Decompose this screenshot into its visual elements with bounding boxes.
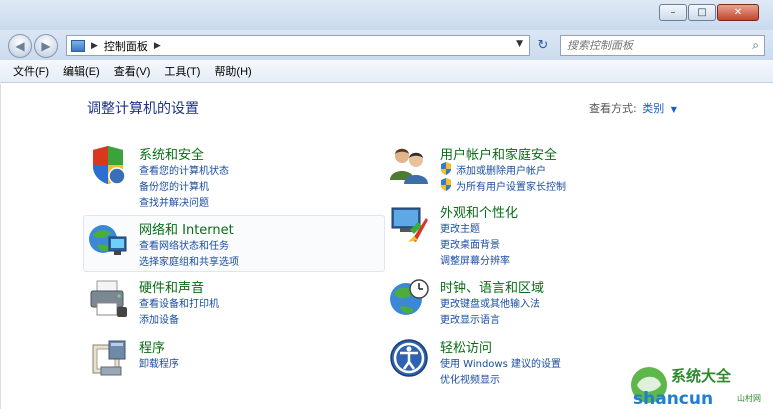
chevron-down-icon[interactable]: ▼ <box>671 105 677 114</box>
address-box[interactable]: ▶ 控制面板 ▶ ▼ <box>66 35 530 56</box>
link-desktop-background[interactable]: 更改桌面背景 <box>440 236 500 251</box>
watermark-logo: 系统大全 shancun 山村网 <box>631 367 761 407</box>
link-view-network-status[interactable]: 查看网络状态和任务 <box>139 237 229 252</box>
watermark-line1: 系统大全 <box>671 367 732 385</box>
category-network-internet: 网络和 Internet 查看网络状态和任务 选择家庭组和共享选项 <box>87 219 387 269</box>
watermark-line2: shancun <box>633 389 713 407</box>
appearance-icon <box>391 207 428 242</box>
window-controls: – □ ✕ <box>659 4 759 21</box>
link-troubleshoot[interactable]: 查找并解决问题 <box>139 194 209 209</box>
category-title[interactable]: 系统和安全 <box>139 144 204 163</box>
back-button[interactable]: ◀ <box>8 34 32 58</box>
globe-clock-icon <box>390 279 429 315</box>
link-uninstall-program[interactable]: 卸载程序 <box>139 355 179 370</box>
link-change-theme[interactable]: 更改主题 <box>440 220 480 235</box>
menu-file[interactable]: 文件(F) <box>6 63 56 79</box>
maximize-button[interactable]: □ <box>688 4 716 21</box>
menu-tools[interactable]: 工具(T) <box>157 63 207 79</box>
content-area: 调整计算机的设置 查看方式: 类别 ▼ 系统和安全 查看您的计算机状态 备份您的… <box>0 84 773 409</box>
refresh-icon[interactable]: ↻ <box>533 36 553 55</box>
category-system-security: 系统和安全 查看您的计算机状态 备份您的计算机 查找并解决问题 <box>87 144 387 209</box>
link-windows-suggested-settings[interactable]: 使用 Windows 建议的设置 <box>440 355 561 370</box>
uac-shield-icon <box>441 178 451 191</box>
watermark-small: 山村网 <box>737 393 761 403</box>
link-screen-resolution[interactable]: 调整屏幕分辨率 <box>440 252 510 267</box>
link-optimize-video-display[interactable]: 优化视频显示 <box>440 371 500 386</box>
link-parental-controls[interactable]: 为所有用户设置家长控制 <box>456 178 566 193</box>
category-title[interactable]: 用户帐户和家庭安全 <box>440 144 557 163</box>
link-backup-computer[interactable]: 备份您的计算机 <box>139 178 209 193</box>
category-clock-language-region: 时钟、语言和区域 更改键盘或其他输入法 更改显示语言 <box>388 277 688 326</box>
forward-button[interactable]: ▶ <box>34 34 58 58</box>
view-by-label: 查看方式: <box>589 102 637 115</box>
category-title[interactable]: 硬件和声音 <box>139 277 204 296</box>
link-homegroup-sharing[interactable]: 选择家庭组和共享选项 <box>139 253 239 268</box>
search-input[interactable] <box>567 39 737 52</box>
close-button[interactable]: ✕ <box>717 4 759 21</box>
search-box[interactable]: ⌕ <box>560 35 765 56</box>
address-dropdown-icon[interactable]: ▼ <box>516 39 523 49</box>
menu-help[interactable]: 帮助(H) <box>207 63 258 79</box>
category-title[interactable]: 时钟、语言和区域 <box>440 277 544 296</box>
breadcrumb-separator-icon[interactable]: ▶ <box>91 41 98 51</box>
category-programs: 程序 卸载程序 <box>87 337 387 381</box>
category-appearance: 外观和个性化 更改主题 更改桌面背景 调整屏幕分辨率 <box>388 202 688 267</box>
breadcrumb-control-panel[interactable]: 控制面板 <box>104 38 148 54</box>
category-title[interactable]: 网络和 Internet <box>139 219 234 238</box>
uac-shield-icon <box>441 162 451 175</box>
view-by: 查看方式: 类别 ▼ <box>589 100 677 116</box>
link-change-keyboard[interactable]: 更改键盘或其他输入法 <box>440 295 540 310</box>
address-bar: ◀ ▶ ▶ 控制面板 ▶ ▼ ↻ ⌕ <box>0 30 773 60</box>
programs-icon <box>92 340 126 376</box>
link-change-display-language[interactable]: 更改显示语言 <box>440 311 500 326</box>
category-hardware-sound: 硬件和声音 查看设备和打印机 添加设备 <box>87 277 387 326</box>
shield-icon <box>93 146 126 185</box>
menu-view[interactable]: 查看(V) <box>107 63 158 79</box>
title-bar: – □ ✕ <box>0 0 773 30</box>
ease-of-access-icon <box>390 339 428 377</box>
page-title: 调整计算机的设置 <box>87 101 199 117</box>
category-title[interactable]: 程序 <box>139 337 165 356</box>
category-user-accounts: 用户帐户和家庭安全 添加或删除用户帐户 为所有用户设置家长控制 <box>388 144 688 194</box>
menu-bar: 文件(F) 编辑(E) 查看(V) 工具(T) 帮助(H) <box>0 60 773 83</box>
printer-icon <box>90 280 127 317</box>
breadcrumb-separator-icon[interactable]: ▶ <box>154 41 161 51</box>
menu-edit[interactable]: 编辑(E) <box>56 63 107 79</box>
network-icon <box>89 225 127 255</box>
link-view-computer-status[interactable]: 查看您的计算机状态 <box>139 162 229 177</box>
link-devices-printers[interactable]: 查看设备和打印机 <box>139 295 219 310</box>
minimize-button[interactable]: – <box>659 4 687 21</box>
control-panel-icon <box>71 39 85 52</box>
link-add-remove-accounts[interactable]: 添加或删除用户帐户 <box>456 162 546 177</box>
link-add-device[interactable]: 添加设备 <box>139 311 179 326</box>
category-title[interactable]: 外观和个性化 <box>440 202 518 221</box>
users-icon <box>390 148 428 184</box>
view-by-dropdown[interactable]: 类别 <box>642 102 664 115</box>
search-icon[interactable]: ⌕ <box>752 38 759 53</box>
category-title[interactable]: 轻松访问 <box>440 337 492 356</box>
